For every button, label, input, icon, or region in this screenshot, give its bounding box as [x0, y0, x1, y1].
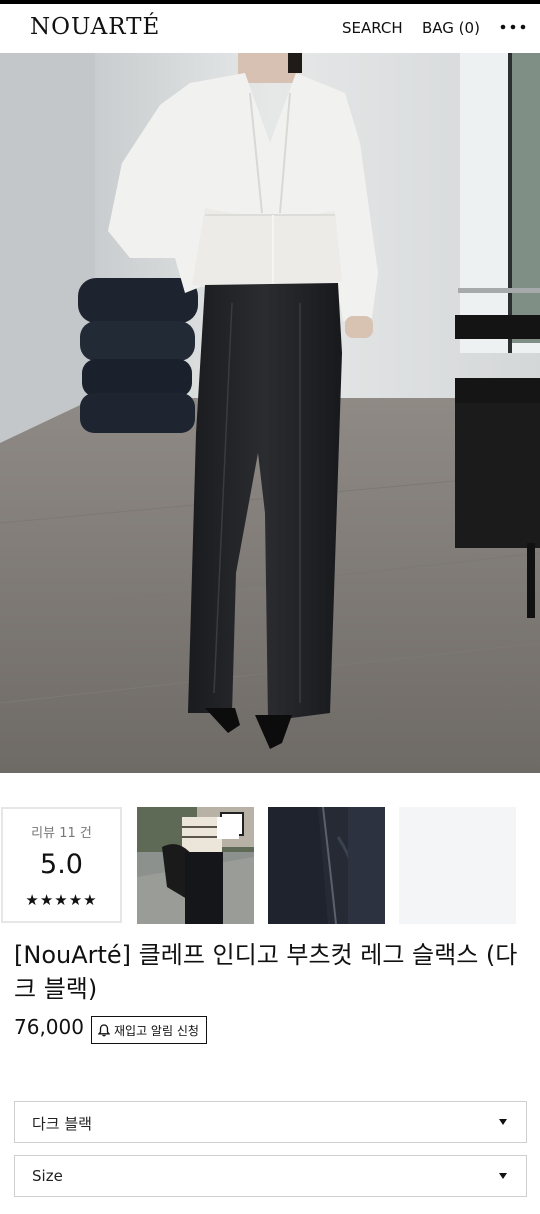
restock-alert-button[interactable]: 재입고 알림 신청: [91, 1016, 207, 1044]
product-title: [NouArté] 클레프 인디고 부츠컷 레그 슬랙스 (다크 블랙): [14, 941, 518, 1003]
site-header: NOUARTÉ SEARCH BAG (0): [0, 4, 540, 53]
bell-icon: [98, 1023, 110, 1036]
thumbnail-fabric-detail[interactable]: [268, 807, 385, 924]
review-summary-card[interactable]: 리뷰 11 건 5.0 ★★★★★: [1, 807, 122, 923]
size-option-placeholder: Size: [32, 1167, 63, 1185]
size-option-select[interactable]: Size: [14, 1155, 527, 1197]
thumbnail-row: 리뷰 11 건 5.0 ★★★★★: [0, 806, 540, 924]
review-score: 5.0: [40, 849, 83, 880]
review-count-label: 리뷰 11 건: [31, 826, 92, 841]
thumbnail-blank[interactable]: [399, 807, 516, 924]
brand-logo[interactable]: NOUARTÉ: [30, 14, 160, 40]
product-main-image[interactable]: [0, 53, 540, 773]
color-option-value: 다크 블랙: [32, 1115, 92, 1133]
search-link[interactable]: SEARCH: [342, 19, 403, 37]
caret-down-icon: [499, 1119, 507, 1125]
bag-link[interactable]: BAG (0): [422, 19, 480, 37]
product-price: 76,000: [14, 1015, 84, 1039]
thumbnail-street-photo[interactable]: [137, 807, 254, 924]
caret-down-icon: [499, 1173, 507, 1179]
more-horizontal-icon[interactable]: [499, 17, 529, 37]
color-option-select[interactable]: 다크 블랙: [14, 1101, 527, 1143]
rating-stars-icon: ★★★★★: [25, 891, 98, 909]
restock-alert-label: 재입고 알림 신청: [114, 1023, 199, 1038]
